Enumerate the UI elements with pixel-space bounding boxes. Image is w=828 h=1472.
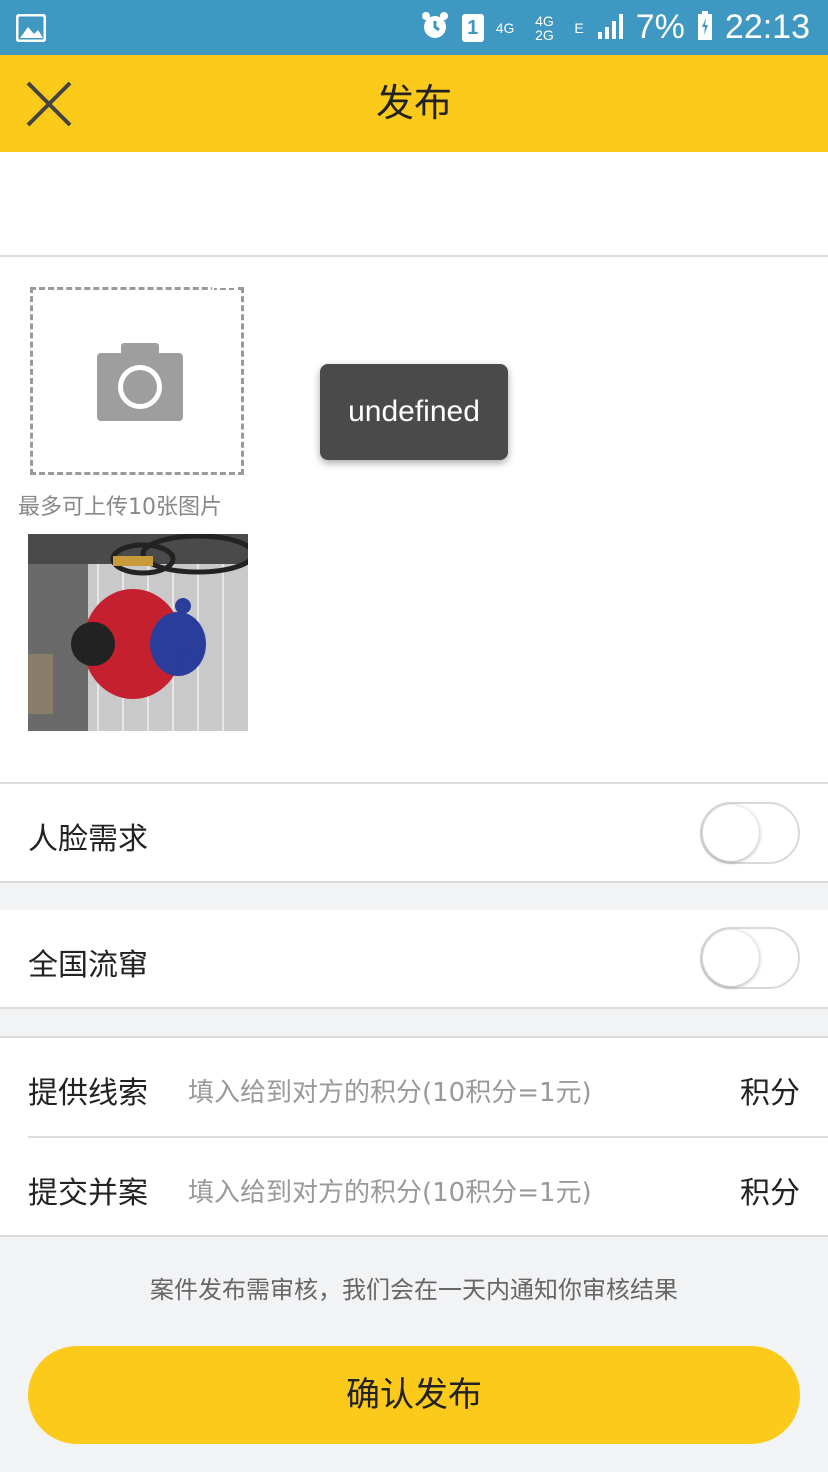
toggle-knob (703, 805, 759, 861)
network-stack-label: 4G 2G (535, 12, 554, 43)
data-type-label: E (574, 19, 584, 36)
clue-points-input[interactable]: 填入给到对方的积分(10积分=1元) (188, 1072, 592, 1109)
network-4g-label: 4G (495, 19, 515, 36)
option-label-nationwide: 全国流窜 (28, 948, 148, 983)
clock: 22:13 (724, 8, 810, 46)
review-notice: 案件发布需审核，我们会在一天内通知你审核结果 (150, 1276, 678, 1304)
clue-points-unit: 积分 (740, 1076, 800, 1111)
camera-icon (97, 343, 183, 421)
title-input-area[interactable] (0, 152, 828, 257)
merge-points-unit: 积分 (740, 1176, 800, 1211)
option-row-nationwide: 全国流窜 (0, 910, 828, 1009)
reward-label-clue: 提供线索 (28, 1076, 148, 1111)
toggle-knob (703, 930, 759, 986)
battery-icon (697, 10, 713, 45)
reward-row-merge[interactable]: 提交并案 填入给到对方的积分(10积分=1元) 积分 (0, 1138, 828, 1237)
nationwide-toggle[interactable] (700, 927, 800, 989)
gallery-icon (15, 13, 47, 46)
status-bar: 1 4G 4G 2G E 7% 22:13 (0, 0, 828, 55)
upload-hint: 最多可上传10张图片 (18, 495, 222, 520)
face-toggle[interactable] (700, 802, 800, 864)
signal-icon (596, 12, 624, 44)
option-row-face: 人脸需求 (0, 784, 828, 883)
photo-select-checkbox[interactable] (212, 286, 236, 310)
alarm-icon (420, 11, 450, 45)
battery-percent: 7% (635, 8, 685, 46)
page-title: 发布 (375, 81, 452, 125)
confirm-publish-button[interactable]: 确认发布 (28, 1346, 800, 1444)
option-label-face: 人脸需求 (28, 822, 148, 857)
photo-thumbnail[interactable] (28, 534, 248, 731)
app-header: 发布 (0, 55, 828, 152)
photo-area: 最多可上传10张图片 (0, 257, 828, 784)
sim-icon: 1 (461, 13, 484, 42)
reward-label-merge: 提交并案 (28, 1176, 148, 1211)
upload-photo-button[interactable] (30, 287, 244, 475)
merge-points-input[interactable]: 填入给到对方的积分(10积分=1元) (188, 1172, 592, 1209)
reward-row-clue[interactable]: 提供线索 填入给到对方的积分(10积分=1元) 积分 (0, 1036, 828, 1138)
toast-message: undefined (320, 364, 508, 460)
